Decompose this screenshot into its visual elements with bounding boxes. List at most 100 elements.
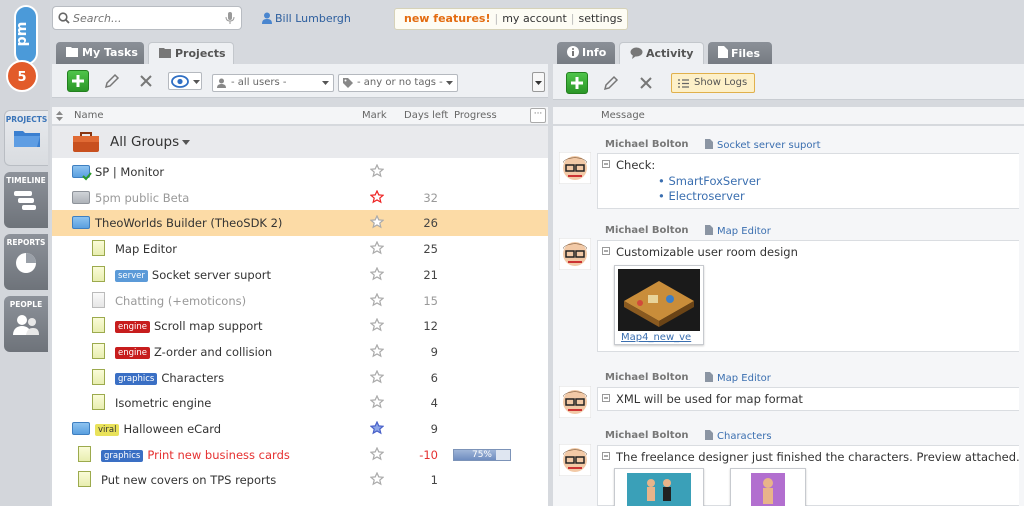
activity-author[interactable]: Michael Bolton xyxy=(605,430,689,441)
project-row[interactable]: Chatting (+emoticons) 15 xyxy=(52,288,548,314)
show-logs-toggle[interactable]: Show Logs xyxy=(671,73,755,93)
user-avatar[interactable] xyxy=(559,386,591,418)
microphone-icon[interactable] xyxy=(225,11,235,25)
project-row[interactable]: server Socket server suport 21 xyxy=(52,262,548,288)
column-message[interactable]: Message xyxy=(601,110,645,121)
collapse-icon[interactable] xyxy=(602,160,610,168)
project-name[interactable]: Isometric engine xyxy=(115,396,211,410)
activity-task-link[interactable]: Map Editor xyxy=(705,372,771,384)
list-item[interactable]: • SmartFoxServer xyxy=(658,174,761,189)
tags-filter[interactable]: - any or no tags - xyxy=(338,74,458,92)
project-name[interactable]: Chatting (+emoticons) xyxy=(115,294,246,308)
project-row[interactable]: engine Z-order and collision 9 xyxy=(52,339,548,365)
collapse-icon[interactable] xyxy=(602,394,610,402)
current-user[interactable]: Bill Lumbergh xyxy=(262,12,351,25)
rail-tab-reports[interactable]: REPORTS xyxy=(4,234,48,290)
star-icon[interactable] xyxy=(370,241,384,255)
activity-author[interactable]: Michael Bolton xyxy=(605,225,689,236)
project-row[interactable]: Map Editor 25 xyxy=(52,236,548,262)
tab-activity[interactable]: Activity xyxy=(619,42,704,64)
delete-icon[interactable] xyxy=(138,73,154,89)
pencil-icon[interactable] xyxy=(603,75,619,91)
tag-badge[interactable]: graphics xyxy=(101,449,144,462)
project-name[interactable]: SP | Monitor xyxy=(95,165,164,179)
tag-badge[interactable]: server xyxy=(115,269,148,282)
star-icon[interactable] xyxy=(370,266,384,281)
activity-task-link[interactable]: Map Editor xyxy=(705,225,771,237)
user-avatar[interactable] xyxy=(559,238,591,270)
star-icon[interactable] xyxy=(370,343,384,358)
search-input[interactable] xyxy=(73,10,218,26)
settings-link[interactable]: settings xyxy=(578,12,622,25)
tag-badge[interactable]: engine xyxy=(115,321,150,334)
project-name[interactable]: Map Editor xyxy=(115,242,177,256)
column-mark[interactable]: Mark xyxy=(362,110,387,121)
delete-icon[interactable] xyxy=(638,75,654,91)
column-progress[interactable]: Progress xyxy=(454,110,497,121)
project-row[interactable]: graphics Print new business cards -10 75% xyxy=(52,442,548,468)
starred-icon[interactable] xyxy=(370,421,384,435)
project-row[interactable]: viral Halloween eCard 9 xyxy=(52,416,548,442)
user-avatar[interactable] xyxy=(559,444,591,476)
project-row[interactable]: SP | Monitor xyxy=(52,159,548,185)
collapse-icon[interactable] xyxy=(602,247,610,255)
star-icon[interactable] xyxy=(370,215,384,229)
activity-task-link[interactable]: Socket server suport xyxy=(705,139,821,151)
tab-files[interactable]: Files xyxy=(708,42,772,64)
starred-icon[interactable] xyxy=(370,189,384,204)
attachment-thumbnail[interactable]: Map4_new_ve xyxy=(614,265,704,345)
app-logo[interactable]: 5 pm xyxy=(5,4,41,96)
project-name[interactable]: Z-order and collision xyxy=(154,345,272,359)
rail-tab-projects[interactable]: PROJECTS xyxy=(4,110,48,166)
star-icon[interactable] xyxy=(370,164,384,178)
tag-badge[interactable]: viral xyxy=(95,424,120,436)
add-button[interactable] xyxy=(67,70,89,92)
project-name[interactable]: 5pm public Beta xyxy=(95,191,189,205)
project-row[interactable]: engine Scroll map support 12 xyxy=(52,313,548,339)
tab-projects[interactable]: Projects xyxy=(148,42,234,64)
star-icon[interactable] xyxy=(370,369,384,384)
activity-task-link[interactable]: Characters xyxy=(705,430,772,442)
project-row[interactable]: Isometric engine 4 xyxy=(52,390,548,416)
project-row[interactable]: TheoWorlds Builder (TheoSDK 2) 26 xyxy=(52,210,548,237)
project-name[interactable]: Scroll map support xyxy=(154,319,263,333)
tab-my-tasks[interactable]: My Tasks xyxy=(56,42,144,64)
star-icon[interactable] xyxy=(370,292,384,307)
column-days-left[interactable]: Days left xyxy=(404,110,448,121)
panel-menu-button[interactable] xyxy=(532,72,545,92)
project-row[interactable]: Put new covers on TPS reports 1 xyxy=(52,467,548,493)
rail-tab-people[interactable]: PEOPLE xyxy=(4,296,48,352)
star-icon[interactable] xyxy=(370,472,384,486)
columns-options-button[interactable]: ··· xyxy=(530,108,546,123)
collapse-icon[interactable] xyxy=(602,452,610,460)
project-name[interactable]: Put new covers on TPS reports xyxy=(101,473,276,487)
users-filter[interactable]: - all users - xyxy=(212,74,334,92)
project-name[interactable]: TheoWorlds Builder (TheoSDK 2) xyxy=(95,216,282,230)
project-name[interactable]: Print new business cards xyxy=(147,448,290,462)
star-icon[interactable] xyxy=(370,446,384,461)
activity-author[interactable]: Michael Bolton xyxy=(605,139,689,150)
pencil-icon[interactable] xyxy=(104,73,120,89)
column-name[interactable]: Name xyxy=(74,110,104,121)
star-icon[interactable] xyxy=(370,318,384,332)
activity-author[interactable]: Michael Bolton xyxy=(605,372,689,383)
my-account-link[interactable]: my account xyxy=(502,12,567,25)
tag-badge[interactable]: engine xyxy=(115,346,150,359)
project-row[interactable]: 5pm public Beta 32 xyxy=(52,185,548,211)
project-name[interactable]: Characters xyxy=(161,371,224,385)
star-icon[interactable] xyxy=(370,395,384,409)
project-name[interactable]: Halloween eCard xyxy=(123,422,221,436)
add-comment-button[interactable] xyxy=(566,72,588,94)
group-header[interactable]: All Groups xyxy=(52,126,548,158)
new-features-link[interactable]: new features! xyxy=(404,12,491,25)
tag-badge[interactable]: graphics xyxy=(115,372,158,385)
tab-info[interactable]: Info xyxy=(557,42,615,64)
view-toggle[interactable] xyxy=(168,72,202,90)
project-name[interactable]: Socket server suport xyxy=(152,268,271,282)
attachment-thumbnail[interactable] xyxy=(730,468,806,506)
sort-icon[interactable] xyxy=(56,111,63,121)
project-row[interactable]: graphics Characters 6 xyxy=(52,365,548,391)
list-item[interactable]: • Electroserver xyxy=(658,189,761,204)
rail-tab-timeline[interactable]: TIMELINE xyxy=(4,172,48,228)
user-avatar[interactable] xyxy=(559,152,591,184)
